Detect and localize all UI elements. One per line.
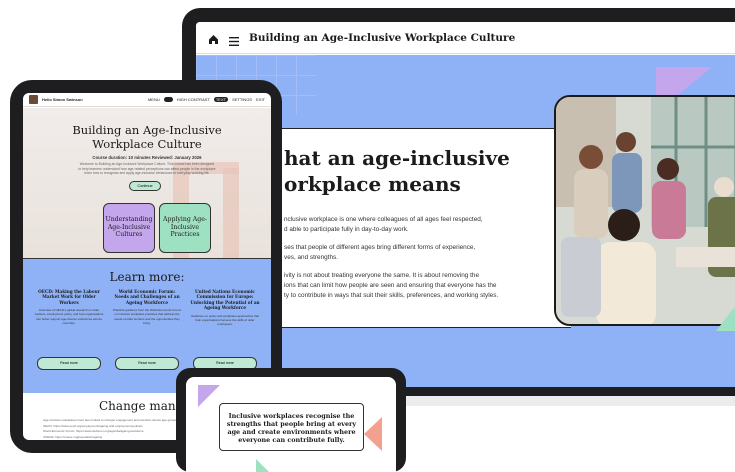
heading-line: orkplace means (284, 172, 461, 196)
phone-device: Inclusive workplaces recognise the stren… (176, 368, 406, 472)
body-text: Age-inclusive workplaces have been linke… (43, 418, 193, 440)
salmon-triangle-decoration (364, 417, 382, 451)
text-line: ses that people of different ages bring … (284, 244, 476, 251)
mint-triangle-decoration (256, 459, 269, 472)
nav-item-high-contrast[interactable]: HIGH CONTRAST (177, 97, 210, 102)
text-line: learn how to recognise and apply age-inc… (84, 171, 210, 176)
toggle-switch[interactable] (163, 97, 173, 102)
hamburger-menu-icon[interactable] (229, 33, 239, 46)
resource-title: World Economic Forum: Needs and Challeng… (114, 289, 180, 305)
nav-item-menu[interactable]: MENU (148, 97, 160, 102)
home-icon[interactable] (208, 32, 219, 44)
read-more-button[interactable]: Read more (115, 357, 179, 370)
title-line: Workplace Culture (92, 137, 202, 151)
nav-item-exit[interactable]: EXIT (256, 97, 265, 102)
course-title: Building an Age-Inclusive Workplace Cult… (249, 31, 516, 44)
paragraph: ses that people of different ages bring … (284, 243, 534, 263)
module-card-understanding[interactable]: Understanding Age-Inclusive Cultures (103, 203, 155, 253)
intro-text: Welcome to Building an Age-Inclusive Wor… (63, 162, 231, 176)
resource-column: OECD: Making the Labour Market Work for … (33, 289, 105, 325)
text-line: Age-inclusive workplaces have been linke… (43, 418, 177, 422)
phone-screen: Inclusive workplaces recognise the stren… (186, 377, 396, 472)
paragraph: nclusive workplace is one where colleagu… (284, 215, 534, 235)
section-heading: hat an age-inclusive orkplace means (284, 145, 510, 197)
avatar (29, 95, 38, 104)
resource-column: World Economic Forum: Needs and Challeng… (111, 289, 183, 325)
resource-title: United Nations Economic Commission for E… (190, 289, 260, 311)
text-line: nclusive workplace is one where colleagu… (284, 216, 483, 223)
text-line: ivity is not about treating everyone the… (284, 272, 480, 279)
course-header-bar: Building an Age-Inclusive Workplace Cult… (196, 22, 735, 54)
text-line: ty to contribute in ways that suit their… (284, 292, 499, 299)
text-size-button[interactable]: TEXT (213, 97, 229, 102)
heading-line: hat an age-inclusive (284, 146, 510, 170)
tablet-nav-bar: Hello Simon Swinson MENU HIGH CONTRAST T… (23, 93, 271, 107)
module-card-applying[interactable]: Applying Age-Inclusive Practices (159, 203, 211, 253)
paragraph: ivity is not about treating everyone the… (284, 271, 554, 301)
purple-triangle-decoration (198, 385, 220, 407)
resource-column: United Nations Economic Commission for E… (189, 289, 261, 326)
continue-button[interactable]: Continue (129, 181, 161, 191)
text-line: d able to participate fully in day-to-da… (284, 226, 409, 233)
mint-triangle-decoration (716, 306, 735, 331)
read-more-button[interactable]: Read more (37, 357, 101, 370)
text-line: UNECE: https://unece.org/population/agei… (43, 434, 103, 439)
text-line: Welcome to Building an Age-Inclusive Wor… (79, 162, 215, 166)
office-photo (554, 95, 735, 326)
resource-description: Practical guidance from the World Econom… (112, 308, 182, 325)
nav-item-settings[interactable]: SETTINGS (232, 97, 252, 102)
title-line: Building an Age-Inclusive (72, 123, 222, 137)
text-line: ves, and strengths. (284, 254, 338, 261)
course-meta: Course duration: 10 minutes Reviewed: Ja… (92, 155, 202, 160)
tablet-course-title: Building an Age-Inclusive Workplace Cult… (23, 123, 271, 151)
text-line: ions that can limit how people are seen … (284, 282, 497, 289)
quote-card: Inclusive workplaces recognise the stren… (219, 403, 364, 451)
resource-title: OECD: Making the Labour Market Work for … (38, 289, 100, 305)
resource-description: Guidance on policy and workplace approac… (190, 313, 260, 327)
resource-description: Overview of OECD's global research on ol… (34, 308, 104, 325)
learn-more-heading: Learn more: (109, 270, 185, 284)
office-illustration (556, 97, 735, 324)
brand-label: Hello Simon Swinson (42, 97, 83, 102)
